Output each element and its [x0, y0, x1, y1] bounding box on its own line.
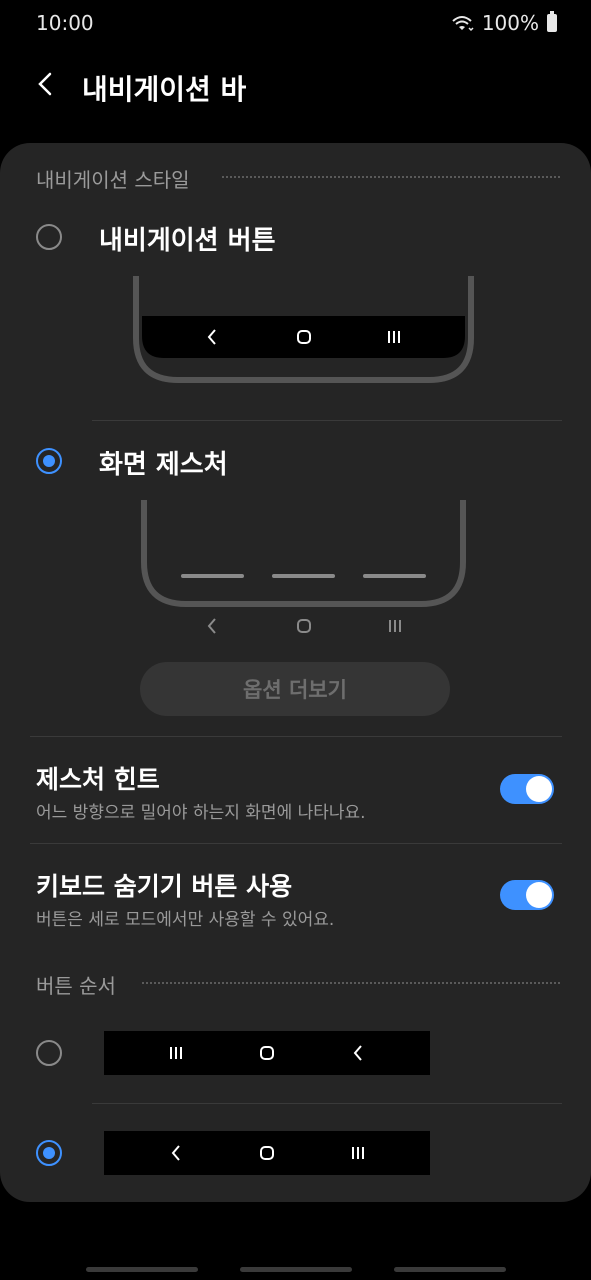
- more-options-button[interactable]: 옵션 더보기: [140, 662, 450, 716]
- toggle-gesture-hint[interactable]: [500, 774, 554, 804]
- toggle-knob: [526, 882, 552, 908]
- battery-icon: [547, 11, 557, 32]
- screen-gestures-preview[interactable]: [138, 500, 469, 608]
- gesture-preview-icons: [207, 618, 401, 634]
- gesture-handle[interactable]: [86, 1267, 198, 1272]
- button-order-preview-2[interactable]: [104, 1131, 430, 1175]
- wifi-icon: [452, 16, 474, 32]
- setting-subtitle-gesture-hint: 어느 방향으로 밀어야 하는지 화면에 나타나요.: [36, 803, 366, 823]
- back-arrow-icon[interactable]: [30, 68, 62, 100]
- back-icon: [171, 1145, 180, 1161]
- status-time: 10:00: [36, 11, 94, 35]
- section-divider: [142, 982, 560, 984]
- radio-screen-gestures[interactable]: [36, 448, 62, 474]
- home-icon: [260, 1146, 274, 1160]
- home-icon: [260, 1046, 274, 1060]
- section-divider: [222, 176, 560, 178]
- app-header: 내비게이션 바: [0, 48, 591, 128]
- setting-divider: [30, 843, 562, 844]
- option-divider: [92, 1103, 562, 1104]
- recents-icon: [352, 1147, 364, 1159]
- status-bar: 10:00 100%: [0, 0, 591, 48]
- section-title-button-order: 버튼 순서: [36, 974, 116, 998]
- option-label-navigation-buttons[interactable]: 내비게이션 버튼: [99, 220, 276, 257]
- radio-navigation-buttons[interactable]: [36, 224, 62, 250]
- section-title-nav-style: 내비게이션 스타일: [36, 168, 190, 192]
- gesture-handle[interactable]: [240, 1267, 352, 1272]
- recents-icon: [389, 620, 401, 632]
- battery-percent: 100%: [481, 11, 539, 35]
- setting-title-keyboard-hide: 키보드 숨기기 버튼 사용: [36, 872, 293, 901]
- status-right: 100%: [450, 11, 557, 35]
- home-icon: [297, 619, 311, 633]
- option-label-screen-gestures[interactable]: 화면 제스처: [99, 444, 228, 481]
- radio-button-order-2[interactable]: [36, 1140, 62, 1166]
- back-icon: [207, 618, 216, 634]
- setting-subtitle-keyboard-hide: 버튼은 세로 모드에서만 사용할 수 있어요.: [36, 910, 335, 930]
- toggle-keyboard-hide[interactable]: [500, 880, 554, 910]
- section-divider-line: [30, 736, 562, 737]
- back-icon: [353, 1045, 362, 1061]
- gesture-handle[interactable]: [394, 1267, 506, 1272]
- radio-button-order-1[interactable]: [36, 1040, 62, 1066]
- navigation-buttons-preview[interactable]: [132, 276, 475, 384]
- button-order-preview-1[interactable]: [104, 1031, 430, 1075]
- page-title: 내비게이션 바: [82, 73, 247, 106]
- recents-icon: [170, 1047, 182, 1059]
- option-divider: [92, 420, 562, 421]
- setting-title-gesture-hint: 제스처 힌트: [36, 765, 160, 794]
- toggle-knob: [526, 776, 552, 802]
